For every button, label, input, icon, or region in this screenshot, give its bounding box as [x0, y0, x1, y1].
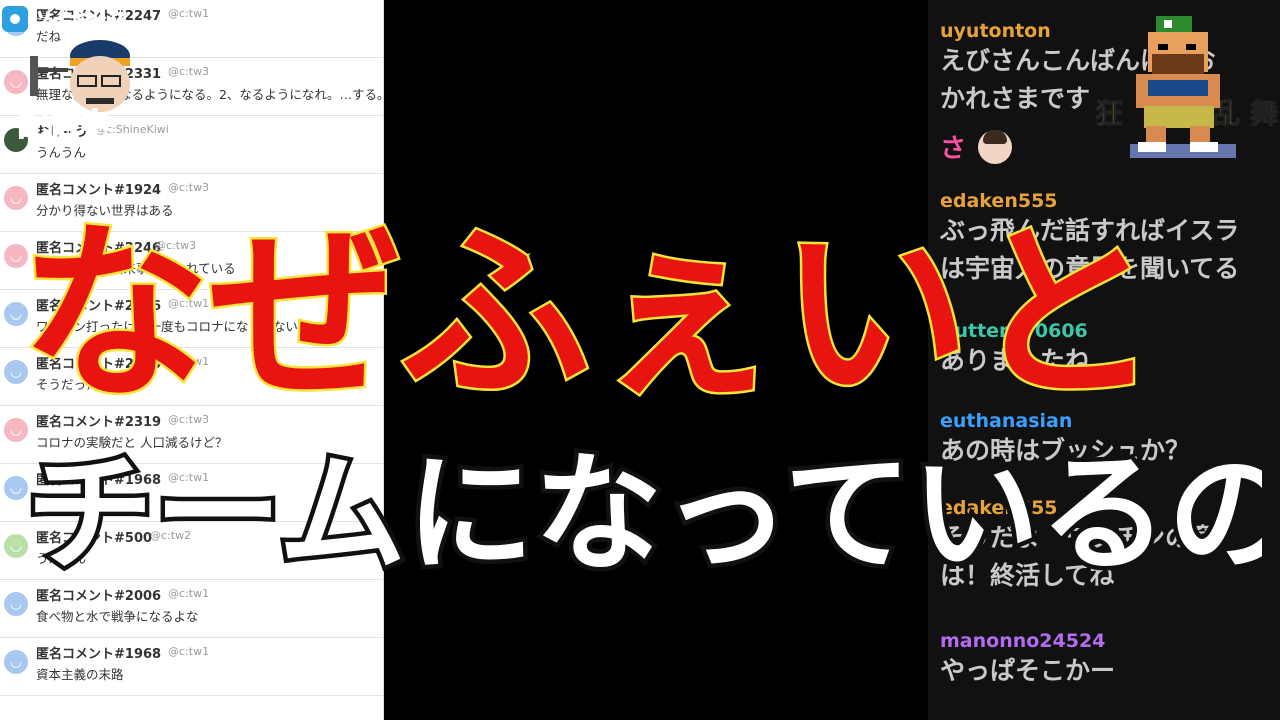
comment-account-id: @c:tw3: [168, 181, 210, 194]
twitcasting-icon: [2, 5, 28, 32]
logo-text: ツイキャス: [31, 8, 128, 33]
emote-row: さ: [940, 128, 1013, 165]
smile-face-icon: ◡: [4, 650, 28, 674]
emote-kanji-1: 狂: [1094, 97, 1124, 131]
twitcasting-logo: ツイキャス: [2, 4, 128, 33]
comment-author: 匿名コメント#1924: [36, 183, 162, 198]
comment-text: 資本主義の末路: [36, 667, 124, 682]
chat-message: manonno24524 やっぱそこかー: [940, 630, 1115, 690]
comment-text: 食べ物と水で戦争になるよな: [36, 609, 199, 624]
comment-text: うんうん: [36, 145, 87, 160]
emote-kanji-3: 舞: [1249, 97, 1279, 131]
title-white: チームになっているのか: [22, 440, 1262, 590]
smile-face-icon: ◡: [4, 70, 28, 94]
comment-account-id: @c:tw3: [168, 65, 210, 78]
sa-emote-icon: さ: [940, 134, 967, 164]
pixel-character-icon: [1130, 16, 1236, 158]
comment-account-id: @c:tw1: [168, 7, 210, 20]
smile-face-icon: ◡: [4, 592, 28, 616]
comment-author: 匿名コメント#1968: [36, 647, 162, 662]
title-red-text: なぜふぇいと: [20, 202, 1160, 425]
live-badge: 配信中: [17, 107, 111, 144]
chat-username: manonno24524: [940, 630, 1106, 652]
title-white-text: チームになっているのか: [26, 440, 1262, 589]
comment-row: ◡ 匿名コメント#1968 @c:tw1 資本主義の末路: [0, 638, 383, 696]
comment-account-id: @c:tw1: [168, 645, 210, 658]
chat-text: やっぱそこかー: [940, 656, 1116, 685]
face-emote-icon: [978, 129, 1013, 164]
title-red: なぜふぇいと: [20, 200, 1163, 428]
